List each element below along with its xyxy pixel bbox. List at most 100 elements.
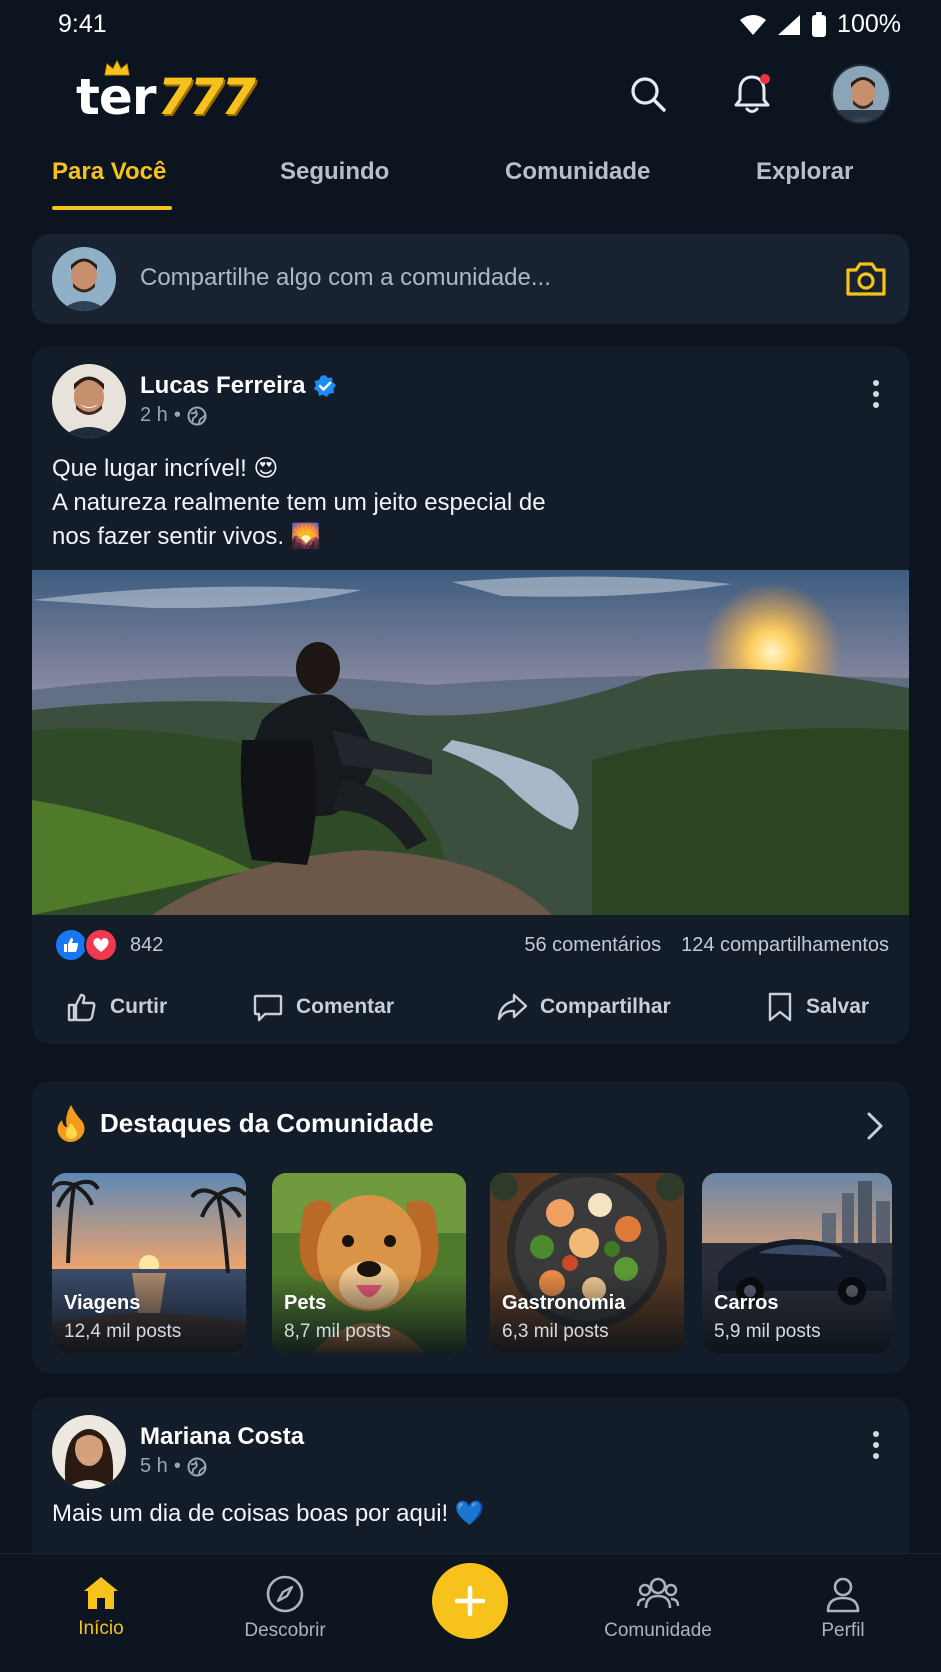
community-highlights: Destaques da Comunidade Viagens 12,4 mil… [32, 1081, 909, 1373]
post-more-button[interactable] [861, 1427, 891, 1463]
chevron-right-icon [867, 1112, 883, 1140]
fire-icon [57, 1105, 85, 1142]
meta-separator: • [173, 404, 181, 426]
highlights-more-button[interactable] [865, 1111, 885, 1146]
highlight-tile-gastronomia[interactable]: Gastronomia 6,3 mil posts [490, 1173, 684, 1353]
post-card: Mariana Costa 5 h • Mais um dia de coisa… [32, 1397, 909, 1577]
highlight-count: 8,7 mil posts [284, 1321, 391, 1342]
nav-community-label: Comunidade [604, 1620, 712, 1641]
logo-text: ter [76, 68, 156, 126]
feed-tabs: Para Você Seguindo Comunidade Explorar [0, 158, 941, 214]
meta-separator: • [173, 1455, 181, 1477]
highlight-name: Viagens [64, 1292, 141, 1314]
home-icon [84, 1577, 118, 1609]
nav-home-label: Início [78, 1618, 124, 1639]
user-icon [826, 1577, 860, 1613]
post-author-avatar[interactable] [52, 1415, 126, 1489]
app-logo[interactable]: ter 777 [76, 58, 256, 126]
logo-number: 777 [157, 68, 255, 126]
bookmark-icon [768, 992, 792, 1022]
nav-profile[interactable]: Perfil [768, 1574, 918, 1642]
love-reaction-icon [84, 928, 118, 962]
tab-explorar[interactable]: Explorar [756, 158, 853, 186]
highlight-tile-carros[interactable]: Carros 5,9 mil posts [702, 1173, 892, 1353]
highlight-count: 6,3 mil posts [502, 1321, 609, 1342]
plus-icon [454, 1585, 486, 1617]
battery-icon [812, 11, 827, 37]
tab-para-voce[interactable]: Para Você [52, 158, 166, 186]
nav-community[interactable]: Comunidade [583, 1574, 733, 1642]
post-author[interactable]: Lucas Ferreira [140, 372, 337, 400]
post-stats: 56 comentários 124 compartilhamentos [524, 934, 889, 957]
post-author-avatar[interactable] [52, 364, 126, 438]
post-text-line: A natureza realmente tem um jeito especi… [52, 489, 546, 516]
post-text: Mais um dia de coisas boas por aqui! 💙 [52, 1500, 485, 1527]
share-label: Compartilhar [540, 995, 671, 1018]
post-actions: Curtir Comentar Compartilhar Salvar [32, 982, 909, 1032]
post-more-button[interactable] [861, 376, 891, 412]
post-card: Lucas Ferreira 2 h • Que lugar incrível!… [32, 346, 909, 1044]
battery-level: 100% [837, 10, 901, 38]
highlight-tile-pets[interactable]: Pets 8,7 mil posts [272, 1173, 466, 1353]
verified-icon [314, 375, 337, 397]
comment-label: Comentar [296, 995, 395, 1018]
status-icons: 100% [739, 10, 901, 39]
create-post-button[interactable] [432, 1563, 508, 1639]
post-text: Que lugar incrível! 😍 A natureza realmen… [52, 452, 546, 554]
globe-icon [187, 406, 207, 425]
active-tab-indicator [52, 206, 172, 210]
post-time: 5 h [140, 1455, 168, 1477]
highlight-tile-viagens[interactable]: Viagens 12,4 mil posts [52, 1173, 246, 1353]
search-button[interactable] [620, 66, 676, 122]
notifications-button[interactable] [724, 66, 780, 122]
post-image[interactable] [32, 570, 909, 915]
camera-button[interactable] [843, 256, 889, 302]
highlights-title: Destaques da Comunidade [100, 1107, 434, 1138]
highlight-count: 12,4 mil posts [64, 1321, 182, 1342]
post-composer[interactable]: Compartilhe algo com a comunidade... [32, 234, 909, 324]
composer-avatar [52, 247, 116, 311]
nav-home[interactable]: Início [26, 1574, 176, 1640]
reactions-summary[interactable]: 842 [54, 928, 163, 962]
highlight-name: Carros [714, 1292, 779, 1314]
post-time: 2 h [140, 404, 168, 426]
like-label: Curtir [110, 995, 168, 1018]
compass-icon [266, 1575, 304, 1613]
like-button[interactable]: Curtir [66, 982, 167, 1032]
comments-count[interactable]: 56 comentários [524, 934, 661, 957]
signal-icon [778, 14, 801, 35]
globe-icon [187, 1457, 207, 1476]
post-meta: 2 h • [140, 404, 207, 427]
save-button[interactable]: Salvar [766, 982, 869, 1032]
post-author-name[interactable]: Lucas Ferreira [140, 372, 305, 400]
shares-count[interactable]: 124 compartilhamentos [681, 934, 889, 957]
post-author-name[interactable]: Mariana Costa [140, 1423, 304, 1451]
share-button[interactable]: Compartilhar [496, 982, 671, 1032]
highlight-name: Pets [284, 1292, 327, 1314]
post-text-line: nos fazer sentir vivos. 🌄 [52, 523, 321, 550]
camera-icon [846, 262, 886, 296]
like-reaction-icon [54, 928, 88, 962]
tab-seguindo[interactable]: Seguindo [280, 158, 389, 186]
search-icon [631, 77, 666, 112]
reactions-count: 842 [130, 933, 164, 956]
composer-input[interactable]: Compartilhe algo com a comunidade... [140, 264, 551, 292]
nav-profile-label: Perfil [821, 1620, 865, 1641]
wifi-icon [740, 14, 767, 35]
tab-comunidade[interactable]: Comunidade [505, 158, 650, 186]
notification-badge [760, 74, 770, 84]
comment-button[interactable]: Comentar [252, 982, 394, 1032]
highlights-header: Destaques da Comunidade [54, 1103, 434, 1143]
highlight-name: Gastronomia [502, 1292, 626, 1314]
nav-discover-label: Descobrir [244, 1620, 326, 1641]
nav-discover[interactable]: Descobrir [210, 1574, 360, 1642]
profile-avatar[interactable] [831, 64, 891, 124]
share-icon [497, 993, 528, 1021]
post-author[interactable]: Mariana Costa [140, 1423, 304, 1451]
save-label: Salvar [806, 995, 870, 1018]
people-icon [636, 1577, 680, 1609]
comment-icon [253, 994, 283, 1022]
thumbs-up-icon [67, 993, 96, 1022]
highlight-count: 5,9 mil posts [714, 1321, 821, 1342]
post-meta: 5 h • [140, 1455, 207, 1478]
